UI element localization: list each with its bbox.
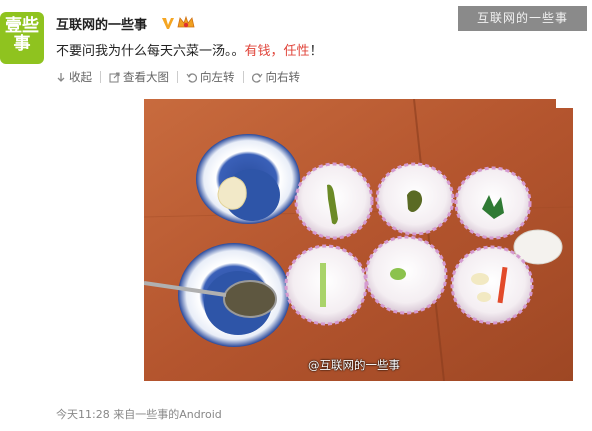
food-photo-illustration (144, 99, 573, 381)
view-large-label: 查看大图 (123, 70, 169, 84)
avatar-text-line1: 壹些 (5, 16, 39, 36)
view-large-button[interactable]: 查看大图 (109, 69, 169, 85)
divider (100, 71, 101, 83)
post-text-comma: ， (270, 44, 284, 59)
plate-top-2 (375, 162, 455, 236)
username-link[interactable]: 互联网的一些事 (56, 14, 147, 33)
divider (177, 71, 178, 83)
collapse-button[interactable]: 收起 (56, 69, 92, 85)
media-actions: 收起 查看大图 向左转 向右转 (56, 69, 300, 85)
vip-crown-icon[interactable] (177, 15, 195, 30)
external-view-icon (109, 71, 120, 83)
post-text-highlight-2: 任性 (283, 44, 310, 59)
post-source[interactable]: 来自一些事的Android (113, 408, 222, 421)
post-footer: 今天11:28 来自一些事的Android (56, 406, 222, 422)
corner-mark (556, 99, 573, 108)
post-text-end: ！ (309, 44, 323, 59)
top-right-watermark: 互联网的一些事 (458, 6, 587, 31)
rotate-right-button[interactable]: 向右转 (251, 69, 301, 85)
collapse-label: 收起 (69, 70, 92, 84)
rotate-right-label: 向右转 (265, 70, 301, 84)
plate-bottom-1 (284, 244, 368, 326)
soup-spoon-bowl (223, 280, 277, 318)
plate-top-3 (454, 166, 532, 240)
post-text-main: 不要问我为什么每天六菜一汤。。 (56, 44, 245, 59)
collapse-arrow-icon (57, 73, 65, 82)
avatar-text-line2: 事 (13, 34, 31, 54)
plate-bottom-2 (364, 235, 448, 315)
photo-watermark: @互联网的一些事 (308, 358, 400, 372)
rotate-left-icon (186, 72, 197, 83)
rotate-right-icon (251, 72, 262, 83)
avatar[interactable]: 壹些 事 (0, 12, 44, 64)
rotate-left-button[interactable]: 向左转 (186, 69, 235, 85)
post-photo[interactable]: @互联网的一些事 (144, 99, 573, 381)
verified-icon (162, 18, 174, 29)
boiled-egg (513, 229, 563, 265)
plate-bottom-3 (450, 245, 534, 325)
post-text: 不要问我为什么每天六菜一汤。。有钱，任性！ (56, 40, 323, 59)
divider (242, 71, 244, 83)
rotate-left-label: 向左转 (200, 70, 235, 84)
post-text-highlight-1: 有钱 (244, 44, 271, 59)
plate-top-1 (294, 162, 374, 240)
post-time-link[interactable]: 今天11:28 (56, 408, 110, 421)
